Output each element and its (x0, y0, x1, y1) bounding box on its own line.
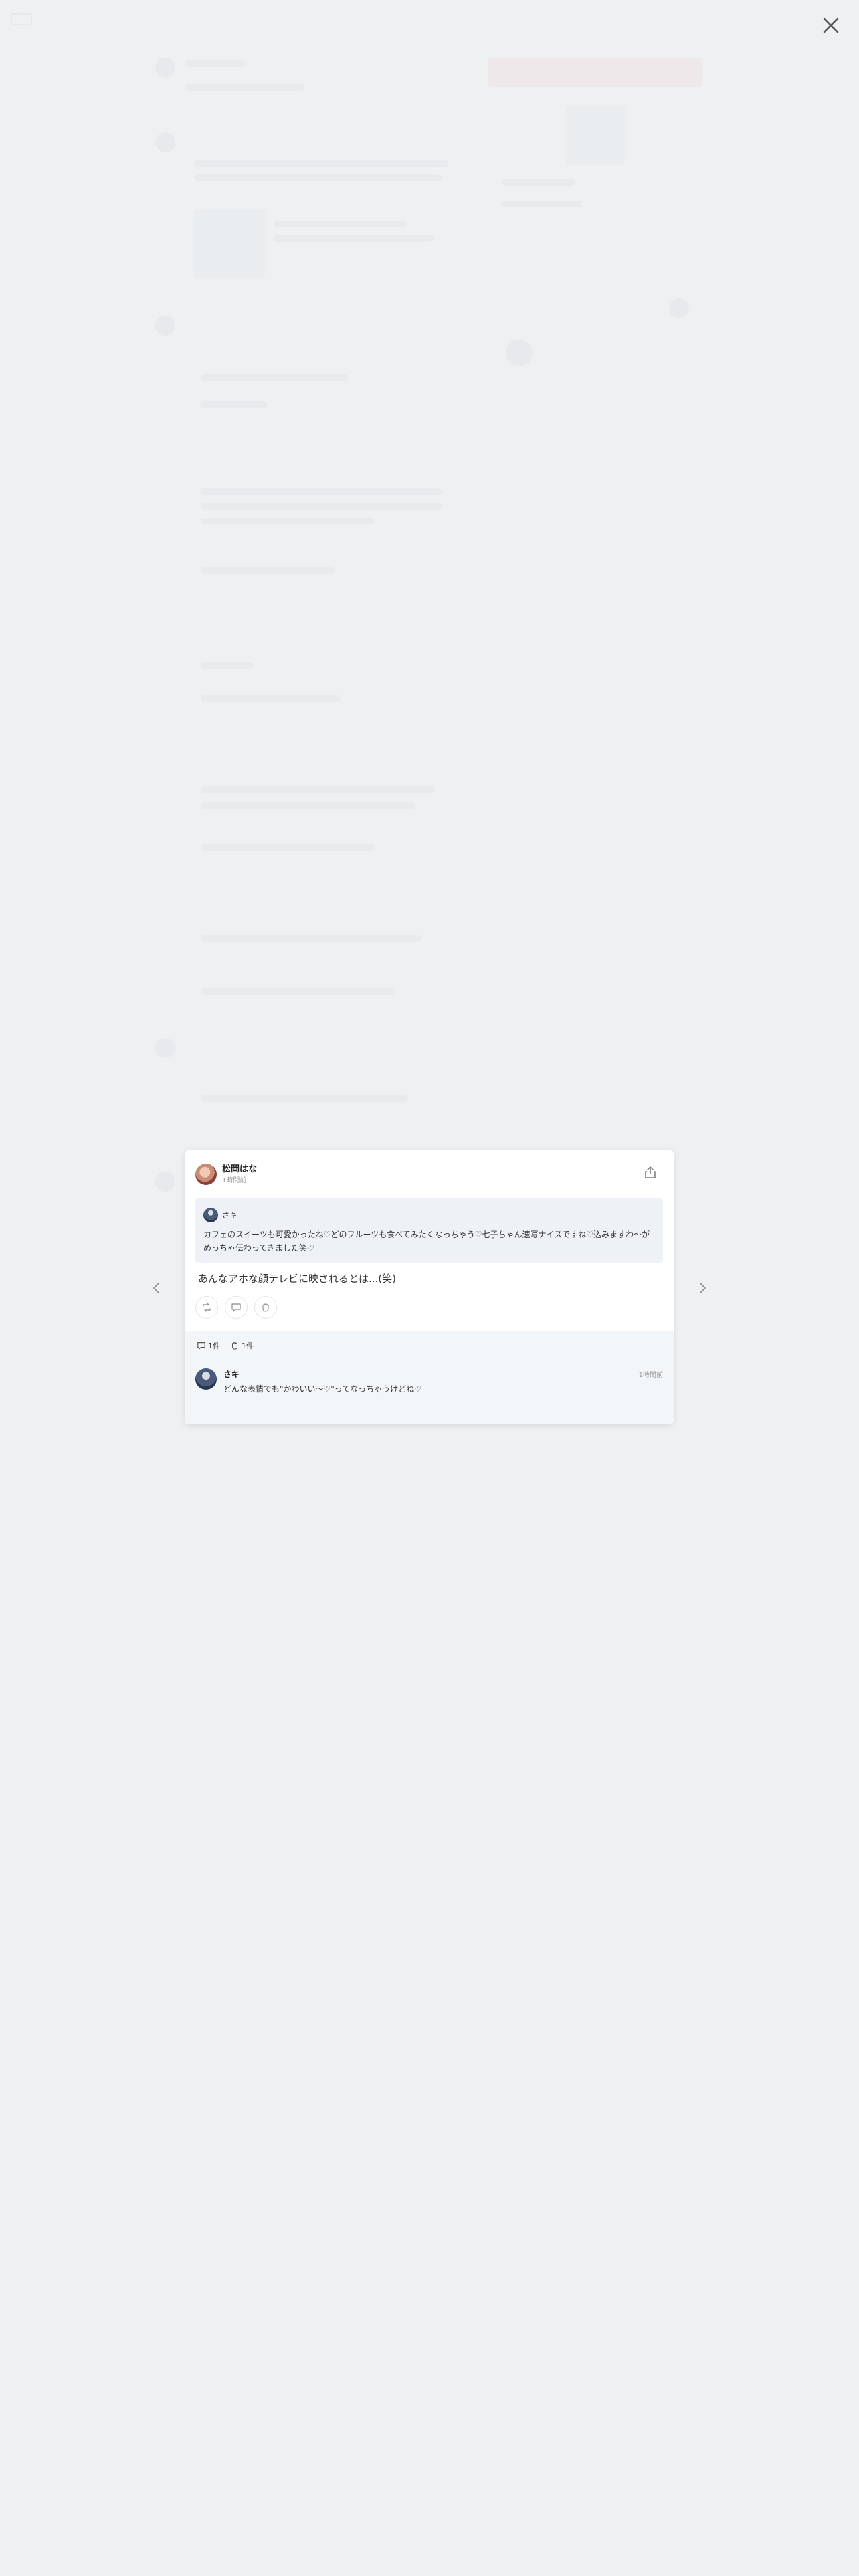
quoted-author-avatar (203, 1208, 218, 1222)
like-count[interactable]: 1件 (230, 1340, 254, 1351)
reply-time: 1時間前 (638, 1372, 663, 1379)
like-count-value: 1件 (242, 1341, 254, 1350)
close-icon (823, 17, 839, 33)
like-icon (262, 1303, 269, 1312)
repost-icon (203, 1303, 211, 1312)
reply-text: どんな表情でも"かわいい〜♡"ってなっちゃうけどね♡ (223, 1384, 421, 1394)
like-button[interactable] (254, 1296, 277, 1319)
previous-post-button[interactable] (149, 1280, 165, 1296)
like-count-icon (231, 1342, 238, 1350)
post-time: 1時間前 (222, 1177, 247, 1184)
chevron-left-icon (153, 1283, 159, 1293)
share-icon (645, 1166, 656, 1178)
author-name[interactable]: 松岡はな (222, 1162, 257, 1174)
reply-author-avatar[interactable] (195, 1368, 217, 1390)
repost-count-value: 1件 (208, 1341, 220, 1350)
repost-count[interactable]: 1件 (197, 1340, 220, 1351)
post-header: 松岡はな 1時間前 (195, 1161, 663, 1188)
post-comment-text: あんなアホな顔テレビに映されるとは...(笑) (198, 1273, 397, 1285)
repost-count-icon (197, 1342, 205, 1350)
comment-icon (231, 1303, 241, 1312)
author-avatar[interactable] (195, 1164, 217, 1185)
reply-author-name[interactable]: さキ (223, 1368, 240, 1380)
repost-button[interactable] (195, 1296, 218, 1319)
quoted-post[interactable]: さキ カフェのスイーツも可愛かったね♡どのフルーツも食べてみたくなっちゃう♡七子… (195, 1198, 663, 1263)
quoted-post-text: カフェのスイーツも可愛かったね♡どのフルーツも食べてみたくなっちゃう♡七子ちゃん… (203, 1230, 650, 1253)
quoted-author-name: さキ (222, 1211, 237, 1220)
share-button[interactable] (643, 1165, 658, 1180)
post-detail-modal: 松岡はな 1時間前 さキ カフェのスイーツも可愛かったね♡どのフルーツも食べてみ… (185, 1150, 674, 1424)
close-button[interactable] (820, 15, 842, 36)
next-post-button[interactable] (694, 1280, 710, 1296)
chevron-right-icon (700, 1283, 706, 1293)
comment-button[interactable] (225, 1296, 248, 1319)
replies-section: 1件 1件 さキ 1時間前 どんな表情でも"かわいい〜♡"ってなっちゃうけどね♡ (185, 1331, 674, 1424)
